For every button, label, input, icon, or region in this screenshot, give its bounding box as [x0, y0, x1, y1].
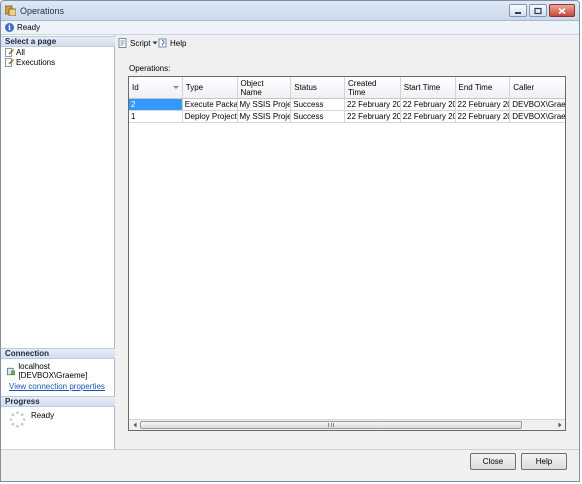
cell-start-time[interactable]: 22 February 201...: [400, 111, 456, 123]
grip-icon: [328, 423, 334, 427]
cell-type[interactable]: Deploy Project: [182, 111, 238, 123]
cell-created-time[interactable]: 22 February 201...: [345, 99, 401, 111]
cell-id[interactable]: 1: [129, 111, 183, 123]
operations-grid[interactable]: Id Type Object Name Status Created Time …: [128, 76, 566, 431]
footer-divider: [1, 449, 579, 450]
view-connection-properties-link[interactable]: View connection properties: [9, 382, 105, 391]
scroll-thumb[interactable]: [140, 421, 522, 429]
page-item-executions[interactable]: Executions: [5, 57, 55, 67]
page-wrench-icon: [5, 57, 14, 67]
minimize-button[interactable]: [509, 4, 527, 17]
toolbar: Script Help: [115, 35, 579, 51]
grid-header-row: Id Type Object Name Status Created Time …: [129, 77, 565, 99]
left-pane: Select a page All Executions Connection: [1, 35, 115, 449]
horizontal-scrollbar[interactable]: [129, 419, 565, 430]
column-header-status[interactable]: Status: [291, 77, 345, 98]
minimize-icon: [515, 11, 521, 14]
close-button[interactable]: Close: [470, 453, 516, 470]
server-icon: [7, 367, 16, 375]
help-button[interactable]: Help: [521, 453, 567, 470]
close-window-button[interactable]: [549, 4, 575, 17]
column-header-end-time[interactable]: End Time: [456, 77, 511, 98]
title-bar[interactable]: Operations: [1, 1, 579, 21]
column-header-type[interactable]: Type: [183, 77, 238, 98]
cell-object-name[interactable]: My SSIS Project: [237, 111, 292, 123]
chevron-left-icon: [133, 422, 136, 428]
cell-status[interactable]: Success: [291, 111, 345, 123]
page-item-label: Executions: [16, 57, 56, 67]
progress-header: Progress: [1, 396, 115, 407]
help-toolbar-button[interactable]: Help: [158, 38, 186, 48]
status-bar: i Ready: [1, 21, 579, 35]
column-header-id[interactable]: Id: [129, 77, 183, 98]
operations-window: Operations i Ready Select a page All Exe…: [0, 0, 580, 482]
help-book-icon: [158, 38, 167, 48]
select-page-header: Select a page: [1, 36, 115, 47]
column-header-created-time[interactable]: Created Time: [345, 77, 401, 98]
scroll-left-button[interactable]: [129, 420, 140, 430]
page-wrench-icon: [5, 47, 14, 57]
info-icon: i: [5, 23, 14, 32]
connection-header: Connection: [1, 348, 115, 359]
cell-start-time[interactable]: 22 February 201...: [400, 99, 456, 111]
cell-end-time[interactable]: 22 February 201...: [455, 99, 511, 111]
column-header-object-name[interactable]: Object Name: [238, 77, 292, 98]
script-label: Script: [130, 38, 151, 48]
maximize-icon: [534, 7, 542, 14]
column-header-caller[interactable]: Caller: [510, 77, 565, 98]
cell-end-time[interactable]: 22 February 201...: [455, 111, 511, 123]
cell-object-name[interactable]: My SSIS Project: [237, 99, 292, 111]
page-item-all[interactable]: All: [5, 47, 25, 57]
script-button[interactable]: Script: [118, 38, 158, 48]
progress-status: Ready: [31, 411, 55, 420]
script-icon: [118, 38, 127, 48]
connection-server-label: localhost [DEVBOX\Graeme]: [18, 362, 88, 380]
cell-caller[interactable]: DEVBOX\Graeme: [510, 99, 565, 111]
page-item-label: All: [16, 47, 25, 57]
cell-caller[interactable]: DEVBOX\Graeme: [510, 111, 565, 123]
spinner-icon: [9, 411, 26, 428]
cell-status[interactable]: Success: [291, 99, 345, 111]
cell-created-time[interactable]: 22 February 201...: [345, 111, 401, 123]
operations-label: Operations:: [129, 64, 171, 73]
help-label: Help: [170, 38, 187, 48]
sort-descending-icon: [172, 86, 179, 89]
cell-type[interactable]: Execute Package: [182, 99, 238, 111]
maximize-button[interactable]: [529, 4, 547, 17]
connection-server: localhost [DEVBOX\Graeme]: [7, 362, 114, 380]
table-row[interactable]: 1 Deploy Project My SSIS Project Success…: [129, 111, 565, 123]
chevron-right-icon: [558, 422, 561, 428]
column-header-start-time[interactable]: Start Time: [401, 77, 456, 98]
cell-id[interactable]: 2: [129, 99, 183, 111]
window-title: Operations: [20, 6, 65, 16]
scroll-right-button[interactable]: [554, 420, 565, 430]
table-row[interactable]: 2 Execute Package My SSIS Project Succes…: [129, 99, 565, 111]
close-icon: [558, 7, 566, 14]
operations-app-icon: [5, 5, 16, 16]
status-text: Ready: [17, 23, 41, 32]
